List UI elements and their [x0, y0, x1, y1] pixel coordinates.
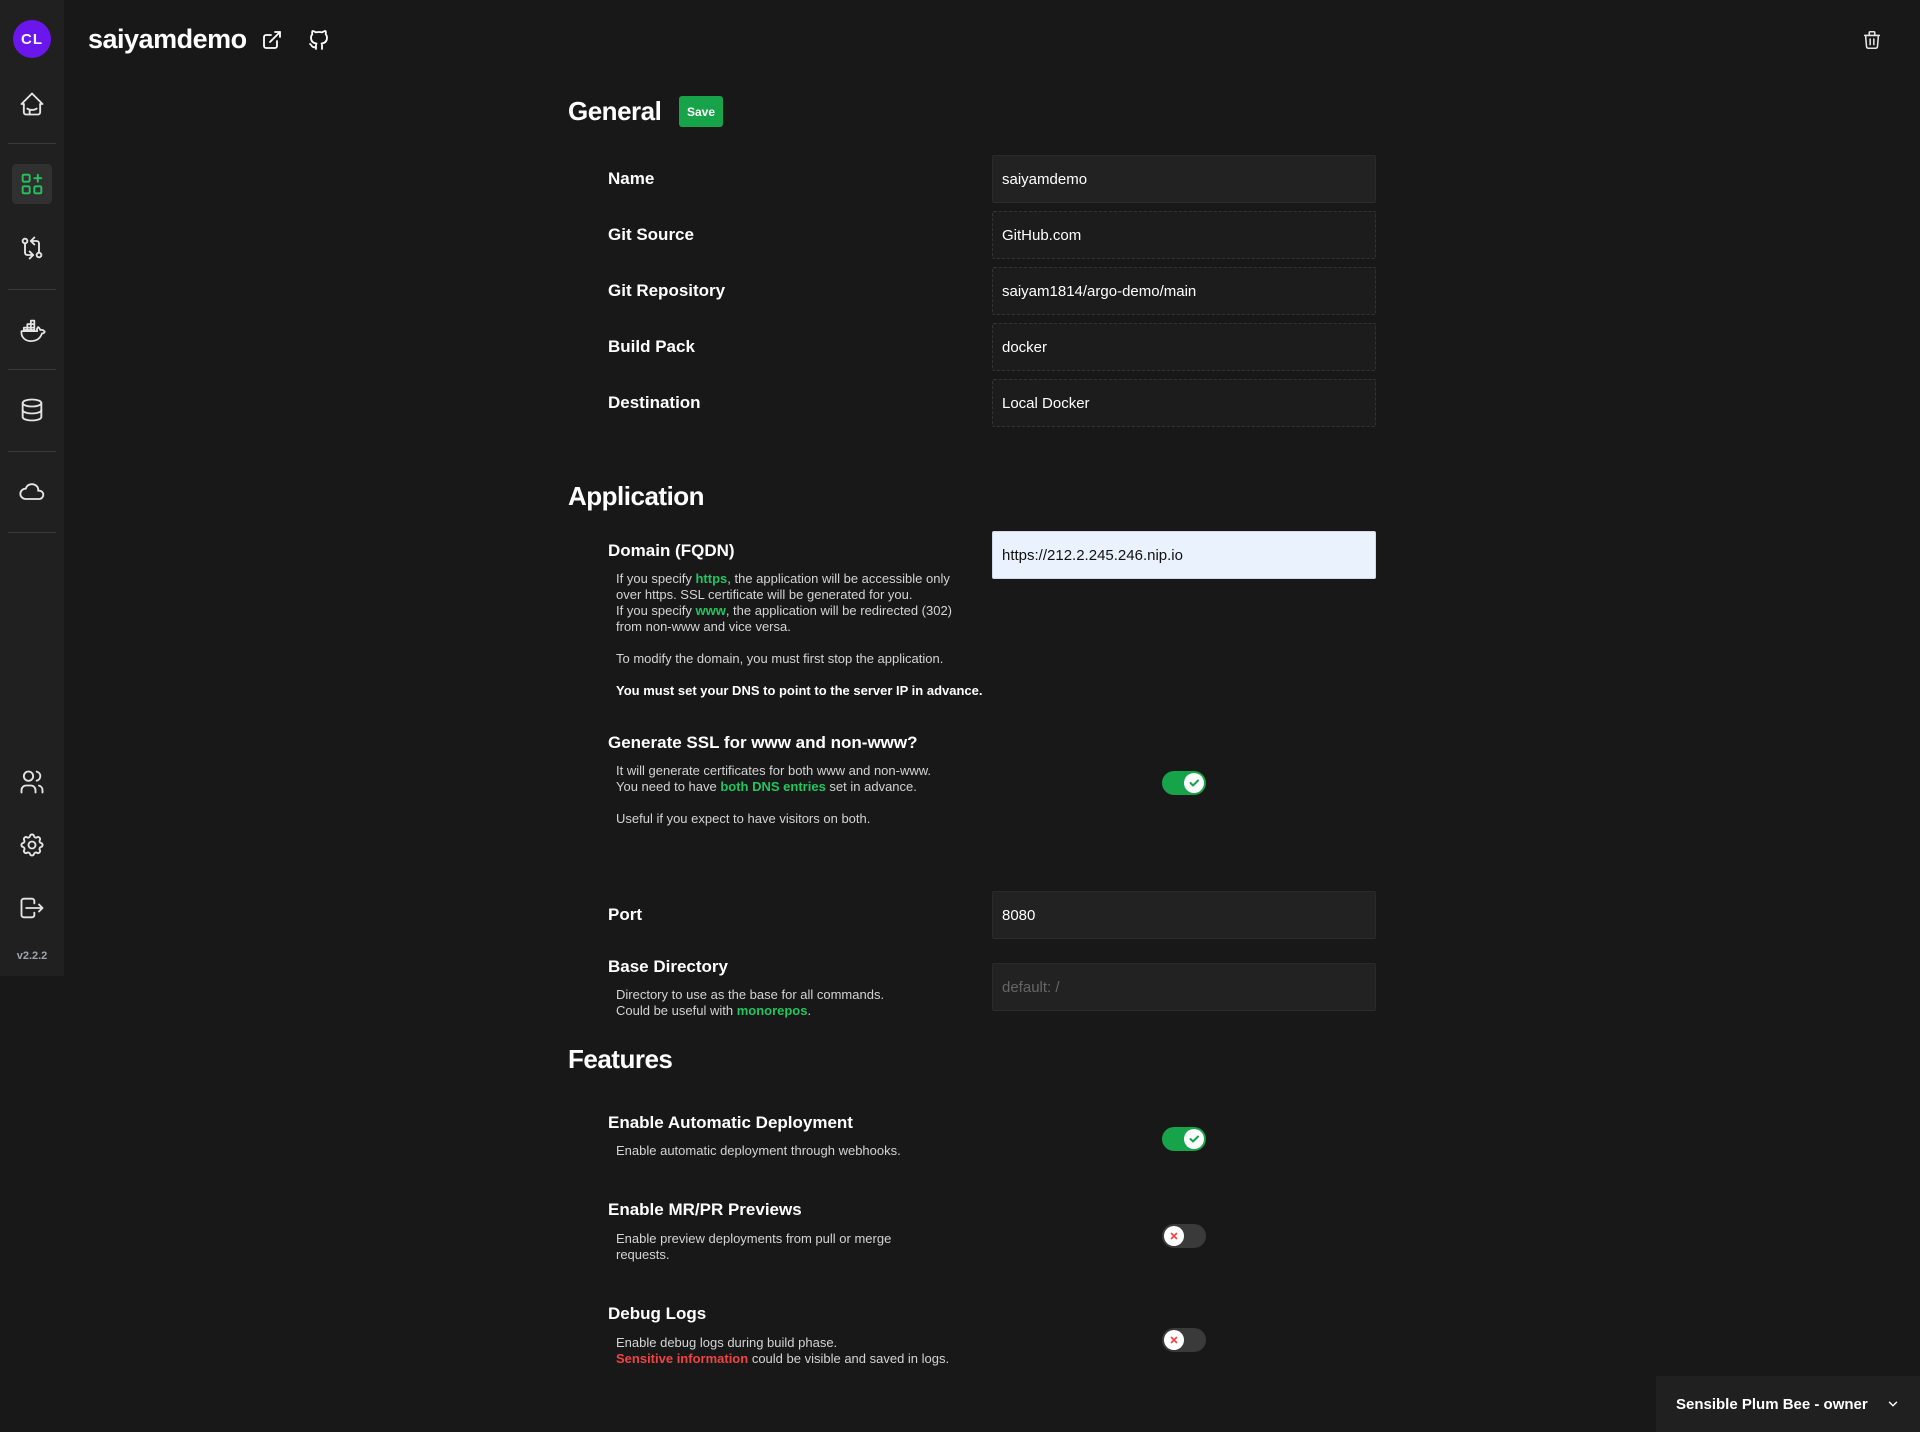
- external-link-icon: [263, 31, 281, 49]
- sidebar-item-git-sources[interactable]: [12, 228, 52, 268]
- check-icon: [1189, 779, 1199, 787]
- github-icon: [309, 30, 328, 50]
- sidebar: CL v2.2.2: [0, 0, 64, 976]
- open-external-button[interactable]: [258, 26, 286, 54]
- sidebar-item-databases[interactable]: [12, 390, 52, 430]
- sidebar-divider: [8, 532, 56, 533]
- name-label: Name: [608, 169, 655, 188]
- git-source-field: [992, 211, 1376, 259]
- team-selector-value: Sensible Plum Bee - owner: [1676, 1395, 1868, 1413]
- domain-label: Domain (FQDN): [608, 541, 735, 560]
- ssl-www-toggle[interactable]: [1162, 771, 1206, 795]
- debug-logs-help: Enable debug logs during build phase. Se…: [616, 1335, 950, 1366]
- base-directory-input[interactable]: [992, 963, 1376, 1011]
- github-link-button[interactable]: [305, 26, 333, 54]
- auto-deploy-help: Enable automatic deployment through webh…: [616, 1143, 901, 1158]
- sidebar-item-services[interactable]: [12, 472, 52, 512]
- sidebar-item-logout[interactable]: [12, 888, 52, 928]
- toggle-knob: [1184, 773, 1204, 793]
- auto-deploy-label: Enable Automatic Deployment: [608, 1113, 853, 1132]
- git-compare-icon: [21, 236, 43, 260]
- chevron-down-icon: [1888, 1401, 1898, 1407]
- toggle-knob: [1164, 1330, 1184, 1350]
- toggle-knob: [1164, 1226, 1184, 1246]
- sidebar-item-home[interactable]: [12, 84, 52, 124]
- delete-application-button[interactable]: [1858, 26, 1886, 54]
- apps-icon: [21, 173, 43, 195]
- ssl-label: Generate SSL for www and non-www?: [608, 733, 918, 752]
- previews-help: Enable preview deployments from pull or …: [616, 1231, 892, 1262]
- git-repository-field: [992, 267, 1376, 315]
- trash-icon: [1863, 30, 1881, 50]
- sidebar-item-applications[interactable]: [12, 164, 52, 204]
- page-title: saiyamdemo: [88, 24, 247, 54]
- previews-label: Enable MR/PR Previews: [608, 1200, 802, 1219]
- destination-label: Destination: [608, 393, 701, 412]
- base-directory-label: Base Directory: [608, 957, 729, 976]
- git-repository-label: Git Repository: [608, 281, 726, 300]
- team-selector[interactable]: Sensible Plum Bee - owner: [1656, 1376, 1920, 1432]
- domain-input[interactable]: [992, 531, 1376, 579]
- sidebar-divider: [8, 369, 56, 370]
- previews-toggle[interactable]: [1162, 1224, 1206, 1248]
- sidebar-item-destinations[interactable]: [12, 310, 52, 350]
- coolify-logo[interactable]: CL: [13, 20, 51, 58]
- home-icon: [20, 92, 44, 116]
- gear-icon: [20, 833, 44, 857]
- debug-logs-toggle[interactable]: [1162, 1328, 1206, 1352]
- sidebar-divider: [8, 289, 56, 290]
- app-version: v2.2.2: [16, 950, 48, 962]
- debug-logs-label: Debug Logs: [608, 1304, 707, 1323]
- cloud-icon: [19, 483, 45, 500]
- sidebar-item-settings[interactable]: [12, 825, 52, 865]
- port-label: Port: [608, 905, 642, 924]
- domain-help: If you specify https, the application wi…: [616, 571, 983, 698]
- auto-deploy-toggle[interactable]: [1162, 1127, 1206, 1151]
- git-source-label: Git Source: [608, 225, 694, 244]
- toggle-knob: [1184, 1129, 1204, 1149]
- check-icon: [1189, 1135, 1199, 1143]
- build-pack-field: [992, 323, 1376, 371]
- logout-icon: [20, 897, 44, 919]
- destination-field: [992, 379, 1376, 427]
- section-title-application: Application: [568, 481, 705, 511]
- save-button[interactable]: Save: [679, 96, 724, 127]
- docker-icon: [20, 319, 46, 342]
- ssl-help: It will generate certificates for both w…: [616, 763, 932, 826]
- port-input[interactable]: [992, 891, 1376, 939]
- users-icon: [20, 770, 44, 794]
- section-title-features: Features: [568, 1044, 673, 1074]
- sidebar-divider: [8, 143, 56, 144]
- sidebar-item-teams[interactable]: [12, 762, 52, 802]
- sidebar-divider: [8, 451, 56, 452]
- x-icon: [1170, 1232, 1178, 1240]
- base-directory-help: Directory to use as the base for all com…: [616, 987, 885, 1018]
- name-input[interactable]: [992, 155, 1376, 203]
- section-title-general: General: [568, 96, 662, 126]
- database-icon: [21, 398, 43, 422]
- x-icon: [1170, 1336, 1178, 1344]
- build-pack-label: Build Pack: [608, 337, 695, 356]
